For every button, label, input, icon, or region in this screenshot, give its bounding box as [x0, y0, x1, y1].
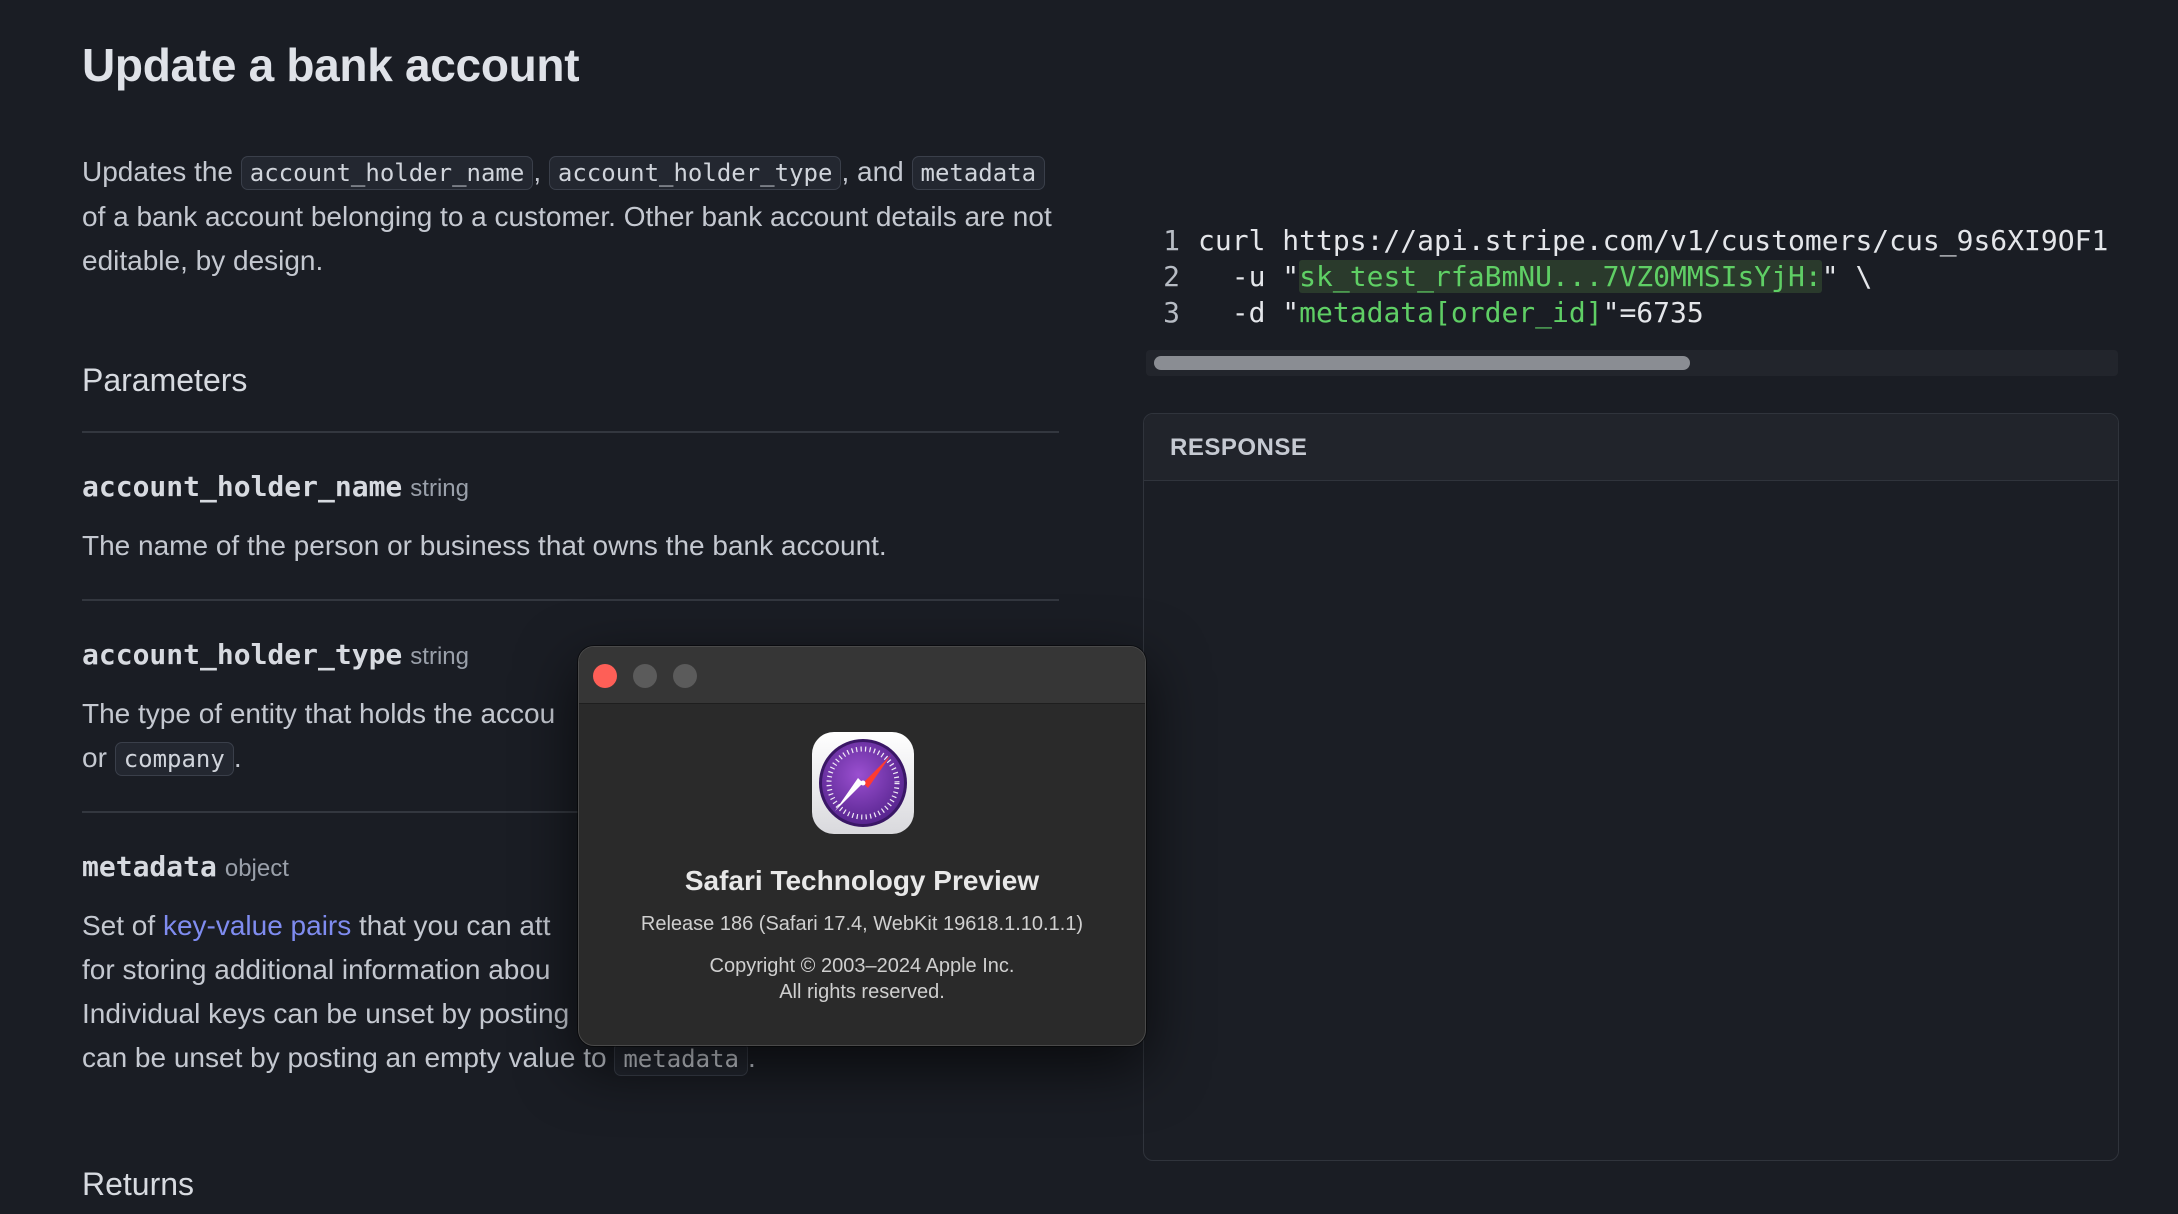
code-text: curl https://api.stripe.com/v1/customers… — [1198, 224, 2109, 257]
response-label: RESPONSE — [1170, 434, 1308, 461]
param-name-account-holder-type: account_holder_type string — [82, 638, 469, 671]
desc-line: Individual keys can be unset by posting — [82, 998, 570, 1029]
rights: All rights reserved. — [779, 981, 945, 1003]
desc-line: or — [82, 742, 115, 773]
returns-heading: Returns — [82, 1166, 195, 1202]
line-number: 1 — [1163, 224, 1180, 257]
param-type: string — [410, 475, 469, 502]
code-text: " \ — [1821, 260, 1873, 293]
line-number: 2 — [1163, 260, 1180, 293]
code-company: company — [114, 742, 234, 776]
about-dialog: Safari Technology Preview Release 186 (S… — [578, 646, 1146, 1046]
response-panel: RESPONSE — [1143, 413, 2119, 1161]
metadata-string: metadata[order_id] — [1299, 296, 1603, 329]
page-title: Update a bank account — [82, 39, 580, 91]
line-number: 3 — [1163, 296, 1180, 329]
code-text: -u " — [1198, 260, 1300, 293]
code-text: -d " — [1198, 296, 1300, 329]
code-metadata: metadata — [614, 1042, 748, 1076]
param-type: object — [224, 855, 289, 882]
dialog-titlebar[interactable] — [579, 647, 1145, 704]
code-line-1: 1 curl https://api.stripe.com/v1/customer… — [1144, 224, 2108, 260]
desc-line: . — [233, 742, 242, 773]
divider — [82, 599, 1059, 601]
description-paragraph: Updates the account_holder_name, account… — [82, 150, 1062, 283]
code-account-holder-name: account_holder_name — [240, 156, 534, 190]
desc-text: of a bank account belonging to a custome… — [82, 201, 1052, 276]
param-name-text: metadata — [82, 850, 217, 883]
divider — [82, 431, 1059, 433]
code-line-3: 3 -d "metadata[order_id]"=6735 — [1144, 296, 1704, 332]
desc-line: Set of — [82, 910, 163, 941]
zoom-button — [673, 664, 697, 688]
desc-text: , — [533, 156, 549, 187]
param-name-text: account_holder_name — [82, 470, 403, 503]
minimize-button — [633, 664, 657, 688]
desc-line: . — [747, 1042, 756, 1073]
desc-line: that you can att — [351, 910, 551, 941]
code-account-holder-type: account_holder_type — [548, 156, 842, 190]
desc-line: can be unset by posting an empty value t… — [82, 1042, 615, 1073]
copyright: Copyright © 2003–2024 Apple Inc. — [709, 955, 1015, 977]
desc-line: for storing additional information abou — [82, 954, 551, 985]
code-metadata: metadata — [911, 156, 1046, 190]
desc-text: , and — [841, 156, 912, 187]
desc-line: The type of entity that holds the accou — [82, 698, 556, 729]
close-button[interactable] — [593, 664, 617, 688]
param-name-metadata: metadata object — [82, 850, 289, 883]
safari-compass-icon — [812, 732, 914, 834]
parameters-heading: Parameters — [82, 362, 248, 398]
code-text: "=6735 — [1602, 296, 1704, 329]
release-info: Release 186 (Safari 17.4, WebKit 19618.1… — [640, 913, 1084, 935]
page: Update a bank account Updates the accoun… — [0, 0, 2178, 1214]
scrollbar-thumb[interactable] — [1154, 356, 1690, 370]
param-name-account-holder-name: account_holder_name string — [82, 470, 469, 503]
desc-text: Updates the — [82, 156, 241, 187]
code-line-2: 2 -u "sk_test_rfaBmNU...7VZ0MMSIsYjH:" \ — [1144, 260, 1872, 296]
api-key-string: sk_test_rfaBmNU...7VZ0MMSIsYjH: — [1299, 260, 1822, 293]
app-name: Safari Technology Preview — [684, 865, 1040, 896]
key-value-pairs-link[interactable]: key-value pairs — [163, 910, 351, 941]
code-horizontal-scrollbar[interactable] — [1146, 350, 2118, 376]
param-desc-account-holder-name: The name of the person or business that … — [82, 530, 887, 561]
param-type: string — [410, 643, 469, 670]
param-name-text: account_holder_type — [82, 638, 403, 671]
